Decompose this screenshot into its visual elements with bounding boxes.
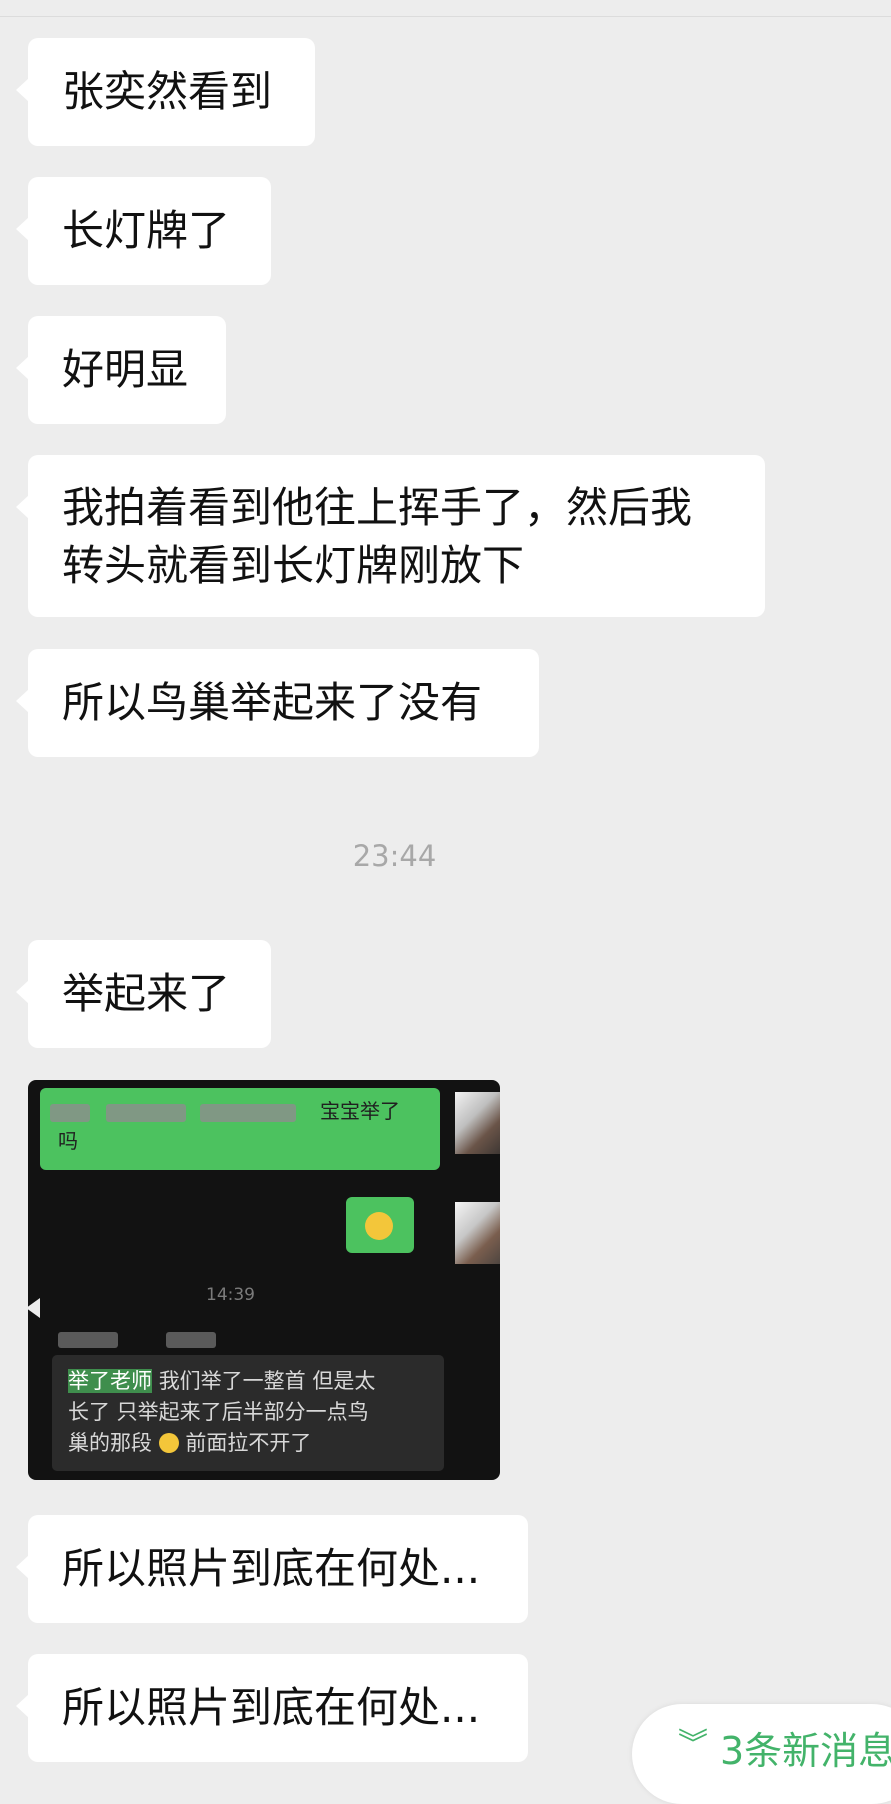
message-text: 好明显 (62, 345, 189, 394)
screenshot-text: 举了老师 (68, 1369, 152, 1393)
message-text: 所以照片到底在何处... (62, 1544, 481, 1593)
message-text: 长灯牌了 (62, 206, 231, 255)
blur-block (58, 1332, 118, 1348)
message-row: 举起来了 (16, 940, 271, 1048)
screenshot-text: 宝宝举了 (320, 1099, 400, 1123)
message-row: 所以照片到底在何处... (16, 1515, 528, 1623)
message-bubble[interactable]: 好明显 (16, 316, 226, 424)
message-text: 所以照片到底在何处... (62, 1683, 481, 1732)
avatar (455, 1202, 500, 1264)
new-messages-label: 3条新消息 (720, 1729, 891, 1773)
top-divider (0, 16, 891, 17)
emoji-icon (365, 1212, 393, 1240)
screenshot-text: 我们举了一整首 但是太 (158, 1369, 376, 1393)
message-bubble[interactable]: 长灯牌了 (16, 177, 271, 285)
new-messages-button[interactable]: ︾ 3条新消息 (632, 1704, 891, 1804)
screenshot-text: 前面拉不开了 (185, 1431, 312, 1455)
message-text: 张奕然看到 (62, 67, 273, 116)
message-row: 好明显 (16, 316, 226, 424)
message-text-line: 转头就看到长灯牌刚放下 (62, 541, 525, 590)
blur-block (200, 1104, 296, 1122)
message-bubble[interactable]: 所以鸟巢举起来了没有 (16, 649, 539, 757)
message-row: 张奕然看到 (16, 38, 315, 146)
message-bubble[interactable]: 所以照片到底在何处... (16, 1515, 528, 1623)
message-bubble[interactable]: 我拍着看到他往上挥手了，然后我 转头就看到长灯牌刚放下 (16, 455, 765, 617)
chat-timestamp: 23:44 (352, 839, 437, 873)
message-row: 所以鸟巢举起来了没有 (16, 649, 539, 757)
chevron-down-icon: ︾ (678, 1727, 708, 1762)
message-text: 举起来了 (62, 969, 231, 1018)
image-message[interactable]: 宝宝举了 吗 14:39 举了老师 我们举了一整首 但是太 长了 只举起来了后半… (28, 1080, 500, 1480)
screenshot-text: 吗 (58, 1129, 78, 1153)
blur-block (166, 1332, 216, 1348)
screenshot-text: 巢的那段 (68, 1431, 152, 1455)
blur-block (50, 1104, 90, 1122)
blur-block (106, 1104, 186, 1122)
avatar (455, 1092, 500, 1154)
message-bubble[interactable]: 举起来了 (16, 940, 271, 1048)
screenshot-quote: 举了老师 我们举了一整首 但是太 长了 只举起来了后半部分一点鸟 巢的那段 前面… (68, 1366, 375, 1459)
message-text-line: 我拍着看到他往上挥手了，然后我 (62, 483, 693, 532)
message-row: 长灯牌了 (16, 177, 271, 285)
caret-icon (28, 1298, 40, 1318)
message-bubble[interactable]: 所以照片到底在何处... (16, 1654, 528, 1762)
screenshot-time: 14:39 (206, 1285, 255, 1305)
message-bubble[interactable]: 张奕然看到 (16, 38, 315, 146)
emoji-icon (158, 1433, 179, 1453)
message-row: 所以照片到底在何处... (16, 1654, 528, 1762)
message-row: 我拍着看到他往上挥手了，然后我 转头就看到长灯牌刚放下 (16, 455, 765, 617)
message-text: 所以鸟巢举起来了没有 (62, 678, 483, 727)
screenshot-text: 长了 只举起来了后半部分一点鸟 (68, 1400, 369, 1424)
